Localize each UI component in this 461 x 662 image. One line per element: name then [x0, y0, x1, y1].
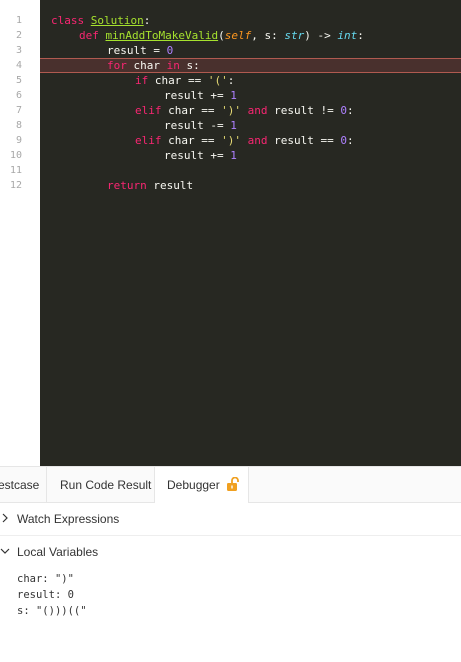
code-token: ')'	[221, 134, 241, 147]
tab-label: Run Code Result	[60, 478, 152, 492]
chevron-down-icon	[0, 548, 10, 554]
console-tabs: Testcase Run Code Result Debugger	[0, 466, 461, 503]
line-number: 8	[15, 120, 22, 131]
code-line: result = 0	[40, 43, 461, 58]
local-variables-list: char: ")" result: 0 s: "()))(("	[17, 571, 87, 619]
code-token: 1	[230, 119, 237, 132]
code-token: and	[247, 104, 268, 117]
code-line: elif char == ')' and result != 0:	[40, 103, 461, 118]
code-token: char	[126, 59, 167, 72]
code-token: str	[284, 29, 305, 42]
variable-row: char: ")"	[17, 573, 74, 585]
line-number: 12	[9, 180, 22, 191]
code-token: result +=	[164, 149, 231, 162]
variable-row: result: 0	[17, 589, 74, 601]
unlock-icon	[226, 470, 240, 491]
line-number: 1	[15, 15, 22, 26]
code-line: class Solution:	[40, 13, 461, 28]
code-token: result =	[107, 44, 167, 57]
code-token: 0	[340, 104, 347, 117]
code-token: :	[143, 14, 151, 27]
code-token: :	[346, 104, 354, 117]
code-token: ) ->	[304, 29, 338, 42]
tab-label: Debugger	[167, 478, 220, 492]
code-token: :	[346, 134, 354, 147]
variable-name: char	[17, 573, 43, 585]
code-token: class	[51, 14, 91, 27]
line-number: 11	[9, 165, 22, 176]
code-line: return result	[40, 178, 461, 193]
code-token: 0	[166, 44, 174, 57]
line-number: 10	[9, 150, 22, 161]
code-token: result ==	[267, 134, 341, 147]
code-token: char ==	[161, 134, 222, 147]
code-token: 1	[230, 89, 237, 102]
code-token: char ==	[148, 74, 208, 87]
code-line: def minAddToMakeValid(self, s: str) -> i…	[40, 28, 461, 43]
local-variables-section[interactable]: Local Variables	[0, 536, 461, 569]
line-number: 6	[15, 90, 22, 101]
line-number: 4	[15, 60, 22, 71]
code-token: elif	[135, 134, 162, 147]
code-token: Solution	[90, 14, 144, 27]
code-token: '('	[207, 74, 228, 87]
code-token: s:	[179, 59, 200, 72]
line-number: 5	[15, 75, 22, 86]
code-token: result +=	[164, 89, 231, 102]
current-line-highlight: for char in s:	[40, 58, 461, 73]
code-token: for	[107, 59, 127, 72]
code-token: 1	[230, 149, 237, 162]
local-variables-label: Local Variables	[17, 545, 99, 559]
variable-name: result	[17, 589, 55, 601]
tab-debugger[interactable]: Debugger	[154, 467, 249, 503]
variable-value: "()))(("	[35, 605, 87, 617]
variable-value: 0	[67, 589, 74, 601]
tab-run-code-result[interactable]: Run Code Result	[46, 467, 153, 502]
code-line: result += 1	[40, 148, 461, 163]
code-token: 0	[340, 134, 347, 147]
code-line: elif char == ')' and result == 0:	[40, 133, 461, 148]
code-token: elif	[135, 104, 162, 117]
code-token: in	[166, 59, 180, 72]
code-token: int	[337, 29, 358, 42]
code-token: result -=	[164, 119, 231, 132]
code-token: ')'	[221, 104, 241, 117]
code-token: :	[227, 74, 235, 87]
line-number-gutter: 1 2 3 4 5 6 7 8 9 10 11 12	[0, 0, 40, 466]
tab-label: Testcase	[0, 478, 40, 492]
variable-name: s	[17, 605, 24, 617]
code-token: :	[357, 29, 364, 42]
code-line: result += 1	[40, 88, 461, 103]
code-token: self	[224, 29, 252, 42]
code-line: if char == '(':	[40, 73, 461, 88]
code-token: result	[146, 179, 194, 192]
code-token: def	[79, 29, 106, 42]
watch-expressions-section[interactable]: Watch Expressions	[0, 503, 461, 536]
code-token: result !=	[267, 104, 341, 117]
code-token: if	[135, 74, 149, 87]
code-area[interactable]: class Solution: def minAddToMakeValid(se…	[40, 0, 461, 466]
code-line: result -= 1	[40, 118, 461, 133]
line-number: 9	[15, 135, 22, 146]
code-token: return	[107, 179, 147, 192]
line-number: 3	[15, 45, 22, 56]
code-token: char ==	[161, 104, 222, 117]
code-token: minAddToMakeValid	[105, 29, 219, 42]
watch-expressions-label: Watch Expressions	[17, 512, 120, 526]
variable-row: s: "()))(("	[17, 605, 87, 617]
variable-value: ")"	[54, 573, 74, 585]
tab-testcase[interactable]: Testcase	[0, 467, 39, 502]
code-token: (	[218, 29, 225, 42]
code-token: , s:	[251, 29, 285, 42]
line-number: 2	[15, 30, 22, 41]
code-editor[interactable]: 1 2 3 4 5 6 7 8 9 10 11 12 class Solutio…	[0, 0, 461, 466]
chevron-right-icon	[2, 513, 8, 523]
code-token: and	[247, 134, 268, 147]
line-number: 7	[15, 105, 22, 116]
